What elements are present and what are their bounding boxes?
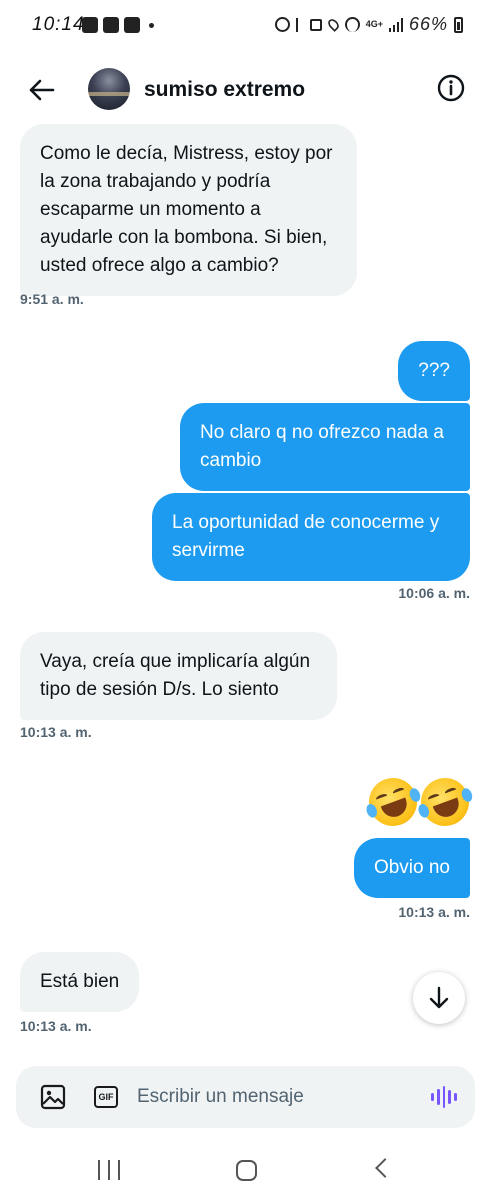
conversation-header: sumiso extremo xyxy=(0,60,491,120)
scroll-to-bottom-button[interactable] xyxy=(413,972,465,1024)
rolling-laughing-emoji-icon xyxy=(362,771,424,833)
battery-icon xyxy=(454,16,463,33)
message-bubble-sent[interactable]: Obvio no xyxy=(353,838,470,898)
message-bubble-sent[interactable]: La oportunidad de conocerme y servirme xyxy=(152,493,470,581)
rolling-laughing-emoji-icon xyxy=(414,771,476,833)
hotspot-icon xyxy=(344,17,360,32)
battery-percent: 66% xyxy=(408,14,448,34)
status-bar: 10:14 4G+ 66% xyxy=(0,0,491,52)
arrow-down-icon xyxy=(429,986,449,1009)
message-timestamp: 10:13 a. m. xyxy=(20,724,92,740)
gallery-notification-icon xyxy=(82,17,98,33)
more-notifications-dot-icon xyxy=(149,22,154,28)
message-bubble-received[interactable]: Vaya, creía que implicaría algún tipo de… xyxy=(20,632,337,720)
system-navigation-bar xyxy=(0,1140,491,1200)
home-button[interactable] xyxy=(236,1160,257,1181)
system-icons: 4G+ 66% xyxy=(274,14,463,35)
message-timestamp: 9:51 a. m. xyxy=(20,291,84,307)
info-icon xyxy=(437,74,465,102)
linkedin-notification-icon xyxy=(124,17,140,33)
back-button[interactable] xyxy=(24,72,60,108)
message-bubble-sent[interactable]: ??? xyxy=(398,341,470,401)
status-time: 10:14 xyxy=(32,14,85,35)
add-image-button[interactable] xyxy=(40,1084,66,1110)
message-notification-icon xyxy=(103,17,119,33)
system-back-button[interactable] xyxy=(375,1158,395,1178)
bluetooth-icon xyxy=(295,17,304,32)
message-timestamp: 10:13 a. m. xyxy=(20,1018,92,1034)
emoji-message[interactable] xyxy=(362,771,476,833)
notification-icons xyxy=(82,17,154,33)
avatar[interactable] xyxy=(88,68,130,110)
alarm-icon xyxy=(274,17,290,32)
mute-icon xyxy=(309,18,322,31)
image-icon xyxy=(40,1084,66,1110)
message-bubble-received[interactable]: Como le decía, Mistress, estoy por la zo… xyxy=(20,124,357,296)
gif-button[interactable]: GIF xyxy=(94,1086,118,1108)
back-arrow-icon xyxy=(29,79,55,101)
signal-icon xyxy=(388,17,403,32)
message-timestamp: 10:06 a. m. xyxy=(398,585,470,601)
network-type: 4G+ xyxy=(365,19,383,29)
info-button[interactable] xyxy=(435,72,467,104)
message-timestamp: 10:13 a. m. xyxy=(398,904,470,920)
message-bubble-sent[interactable]: No claro q no ofrezco nada a cambio xyxy=(180,403,470,491)
contact-name[interactable]: sumiso extremo xyxy=(144,78,305,102)
recent-apps-button[interactable] xyxy=(98,1160,120,1180)
message-input[interactable] xyxy=(137,1078,407,1116)
message-composer: GIF xyxy=(16,1066,475,1128)
location-icon xyxy=(325,17,341,32)
message-bubble-received[interactable]: Está bien xyxy=(20,952,140,1012)
voice-message-button[interactable] xyxy=(431,1085,457,1109)
